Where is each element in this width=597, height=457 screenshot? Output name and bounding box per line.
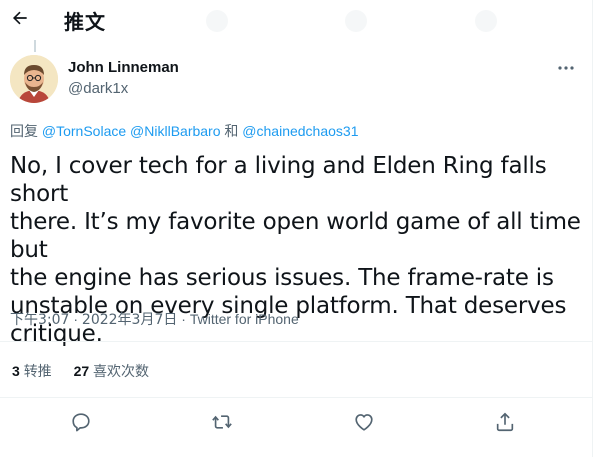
likes-count: 27 bbox=[73, 363, 90, 379]
mention-link[interactable]: @NikllBarbaro bbox=[130, 123, 220, 139]
share-upload-icon bbox=[496, 412, 514, 432]
separator: · bbox=[73, 311, 79, 327]
back-button[interactable] bbox=[6, 4, 34, 32]
mention-link[interactable]: @chainedchaos31 bbox=[242, 123, 358, 139]
speech-bubble-icon bbox=[72, 413, 90, 432]
retweets-count: 3 bbox=[12, 363, 20, 379]
avatar-illustration bbox=[10, 55, 58, 103]
heart-icon bbox=[355, 414, 373, 431]
retweets-stat[interactable]: 3 转推 bbox=[12, 363, 52, 380]
author-display-name[interactable]: John Linneman bbox=[68, 59, 179, 76]
like-button[interactable] bbox=[352, 410, 376, 434]
retweet-icon bbox=[212, 415, 232, 429]
column-border bbox=[592, 0, 593, 457]
likes-label: 喜欢次数 bbox=[93, 364, 150, 380]
avatar[interactable] bbox=[10, 55, 58, 103]
retweet-button[interactable] bbox=[210, 410, 234, 434]
page-title: 推文 bbox=[64, 10, 106, 34]
divider bbox=[0, 397, 592, 398]
share-button[interactable] bbox=[493, 410, 517, 434]
tweet-metadata: 下午3:07 · 2022年3月7日 · Twitter for iPhone bbox=[10, 309, 299, 329]
reply-conjunction: 和 bbox=[224, 124, 239, 140]
tweet-date[interactable]: 2022年3月7日 bbox=[82, 312, 177, 328]
thread-connector-line bbox=[34, 40, 36, 52]
faded-header-icon bbox=[475, 10, 497, 32]
tweet-source[interactable]: Twitter for iPhone bbox=[190, 311, 299, 327]
top-bar: 推文 bbox=[0, 0, 592, 36]
faded-header-icon bbox=[345, 10, 367, 32]
reply-button[interactable] bbox=[69, 410, 93, 434]
more-options-button[interactable] bbox=[553, 58, 579, 78]
reply-context: 回复 @TornSolace @NikllBarbaro 和 @chainedc… bbox=[10, 121, 358, 141]
likes-stat[interactable]: 27 喜欢次数 bbox=[73, 363, 150, 380]
engagement-stats: 3 转推 27 喜欢次数 bbox=[12, 361, 167, 381]
reply-prefix: 回复 bbox=[10, 124, 38, 140]
separator: · bbox=[181, 311, 186, 327]
tweet-time[interactable]: 下午3:07 bbox=[10, 312, 69, 328]
mention-link[interactable]: @TornSolace bbox=[42, 123, 126, 139]
divider bbox=[0, 341, 592, 342]
author-handle[interactable]: @dark1x bbox=[68, 80, 128, 97]
arrow-left-icon bbox=[12, 11, 27, 25]
more-horizontal-icon bbox=[558, 66, 574, 70]
faded-header-icon bbox=[206, 10, 228, 32]
retweets-label: 转推 bbox=[23, 364, 52, 380]
